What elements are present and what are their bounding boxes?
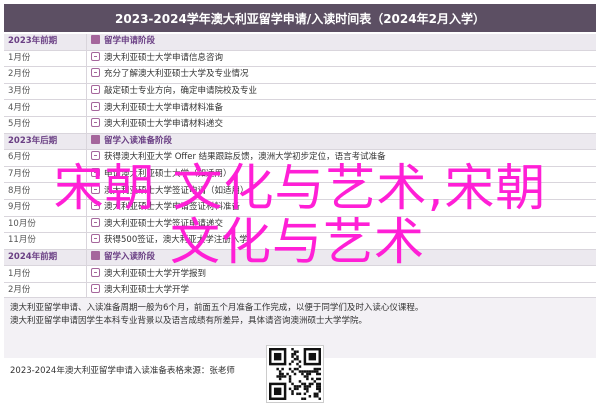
- timeline-month: 2023年前期: [4, 34, 87, 51]
- note-line: 澳大利亚留学申请因学生本科专业背景以及语言成绩有所差异，具体请咨询澳洲硕士大学学…: [10, 316, 368, 326]
- timeline-month: 2024年前期: [4, 249, 87, 267]
- document-icon: [91, 284, 100, 294]
- timeline-row: 4月份 澳大利亚硕士大学申请材料准备: [4, 99, 596, 117]
- folder-icon: [91, 134, 100, 144]
- document-icon: [91, 85, 100, 95]
- note-line: 澳大利亚留学申请、入读准备周期一般为6个月，前面五个月准备工作完成，以便于同学们…: [10, 303, 424, 313]
- timeline-text: 留学申请阶段: [104, 36, 156, 47]
- timeline-text: 留学入读准备阶段: [104, 135, 173, 146]
- timeline-month: 2023年后期: [4, 133, 87, 151]
- timeline-text: 敲定硕士专业方向，确定申请院校及专业: [104, 86, 258, 97]
- timeline-month: 5月份: [4, 116, 87, 134]
- timeline-text-cell: 敲定硕士专业方向，确定申请院校及专业: [86, 83, 596, 101]
- timeline-row: 2月份 充分了解澳大利亚硕士大学及专业情况: [4, 66, 596, 84]
- document-icon: [91, 101, 100, 111]
- timeline-text: 澳大利亚硕士大学开学: [104, 285, 190, 296]
- timeline-text-cell: 澳大利亚硕士大学申请材料递交: [86, 116, 596, 134]
- timeline-text: 充分了解澳大利亚硕士大学及专业情况: [104, 69, 249, 80]
- timeline-row: 3月份 敲定硕士专业方向，确定申请院校及专业: [4, 83, 596, 101]
- folder-icon: [91, 35, 100, 45]
- qr-code-icon: [266, 345, 324, 403]
- timeline-text-cell: 澳大利亚硕士大学申请信息咨询: [86, 50, 596, 68]
- timeline-row: 1月份 澳大利亚硕士大学申请信息咨询: [4, 50, 596, 68]
- timeline-text-cell: 澳大利亚硕士大学申请材料准备: [86, 99, 596, 117]
- document-icon: [91, 234, 100, 244]
- document-icon: [91, 267, 100, 277]
- overlay-title-line-1: 宋朝 文化与艺术,宋朝: [53, 159, 547, 217]
- document-icon: [91, 68, 100, 78]
- timeline-month: 10月份: [4, 216, 87, 234]
- document-icon: [91, 51, 100, 61]
- timeline-month: 2月份: [4, 66, 87, 84]
- timeline-text: 澳大利亚硕士大学申请材料递交: [104, 119, 224, 130]
- timeline-text-cell: 充分了解澳大利亚硕士大学及专业情况: [86, 66, 596, 84]
- document-title: 2023-2024学年澳大利亚留学申请/入读时间表（2024年2月入学）: [4, 4, 596, 32]
- footer-source: 2023-2024年澳大利亚留学申请入读准备表格来源：张老师: [10, 366, 235, 376]
- document-icon: [91, 118, 100, 128]
- document-icon: [91, 217, 100, 227]
- timeline-month: 3月份: [4, 83, 87, 101]
- timeline-text-cell: 留学申请阶段: [86, 34, 596, 51]
- timeline-section: 2023年后期 留学入读准备阶段: [4, 133, 596, 151]
- timeline-text: 澳大利亚硕士大学申请信息咨询: [104, 52, 224, 63]
- timeline-row: 5月份 澳大利亚硕士大学申请材料递交: [4, 116, 596, 134]
- timeline-text-cell: 留学入读准备阶段: [86, 133, 596, 151]
- timeline-month: 1月份: [4, 265, 87, 283]
- timeline-month: 1月份: [4, 50, 87, 68]
- overlay-title-line-2: 文化与艺术: [170, 213, 425, 271]
- timeline-month: 11月份: [4, 232, 87, 250]
- timeline-section: 2023年前期 留学申请阶段: [4, 34, 596, 51]
- folder-icon: [91, 251, 100, 261]
- timeline-text: 留学入读阶段: [104, 252, 156, 263]
- timeline-text: 澳大利亚硕士大学申请材料准备: [104, 102, 224, 113]
- timeline-document: 2023-2024学年澳大利亚留学申请/入读时间表（2024年2月入学） 202…: [0, 0, 600, 417]
- timeline-month: 4月份: [4, 99, 87, 117]
